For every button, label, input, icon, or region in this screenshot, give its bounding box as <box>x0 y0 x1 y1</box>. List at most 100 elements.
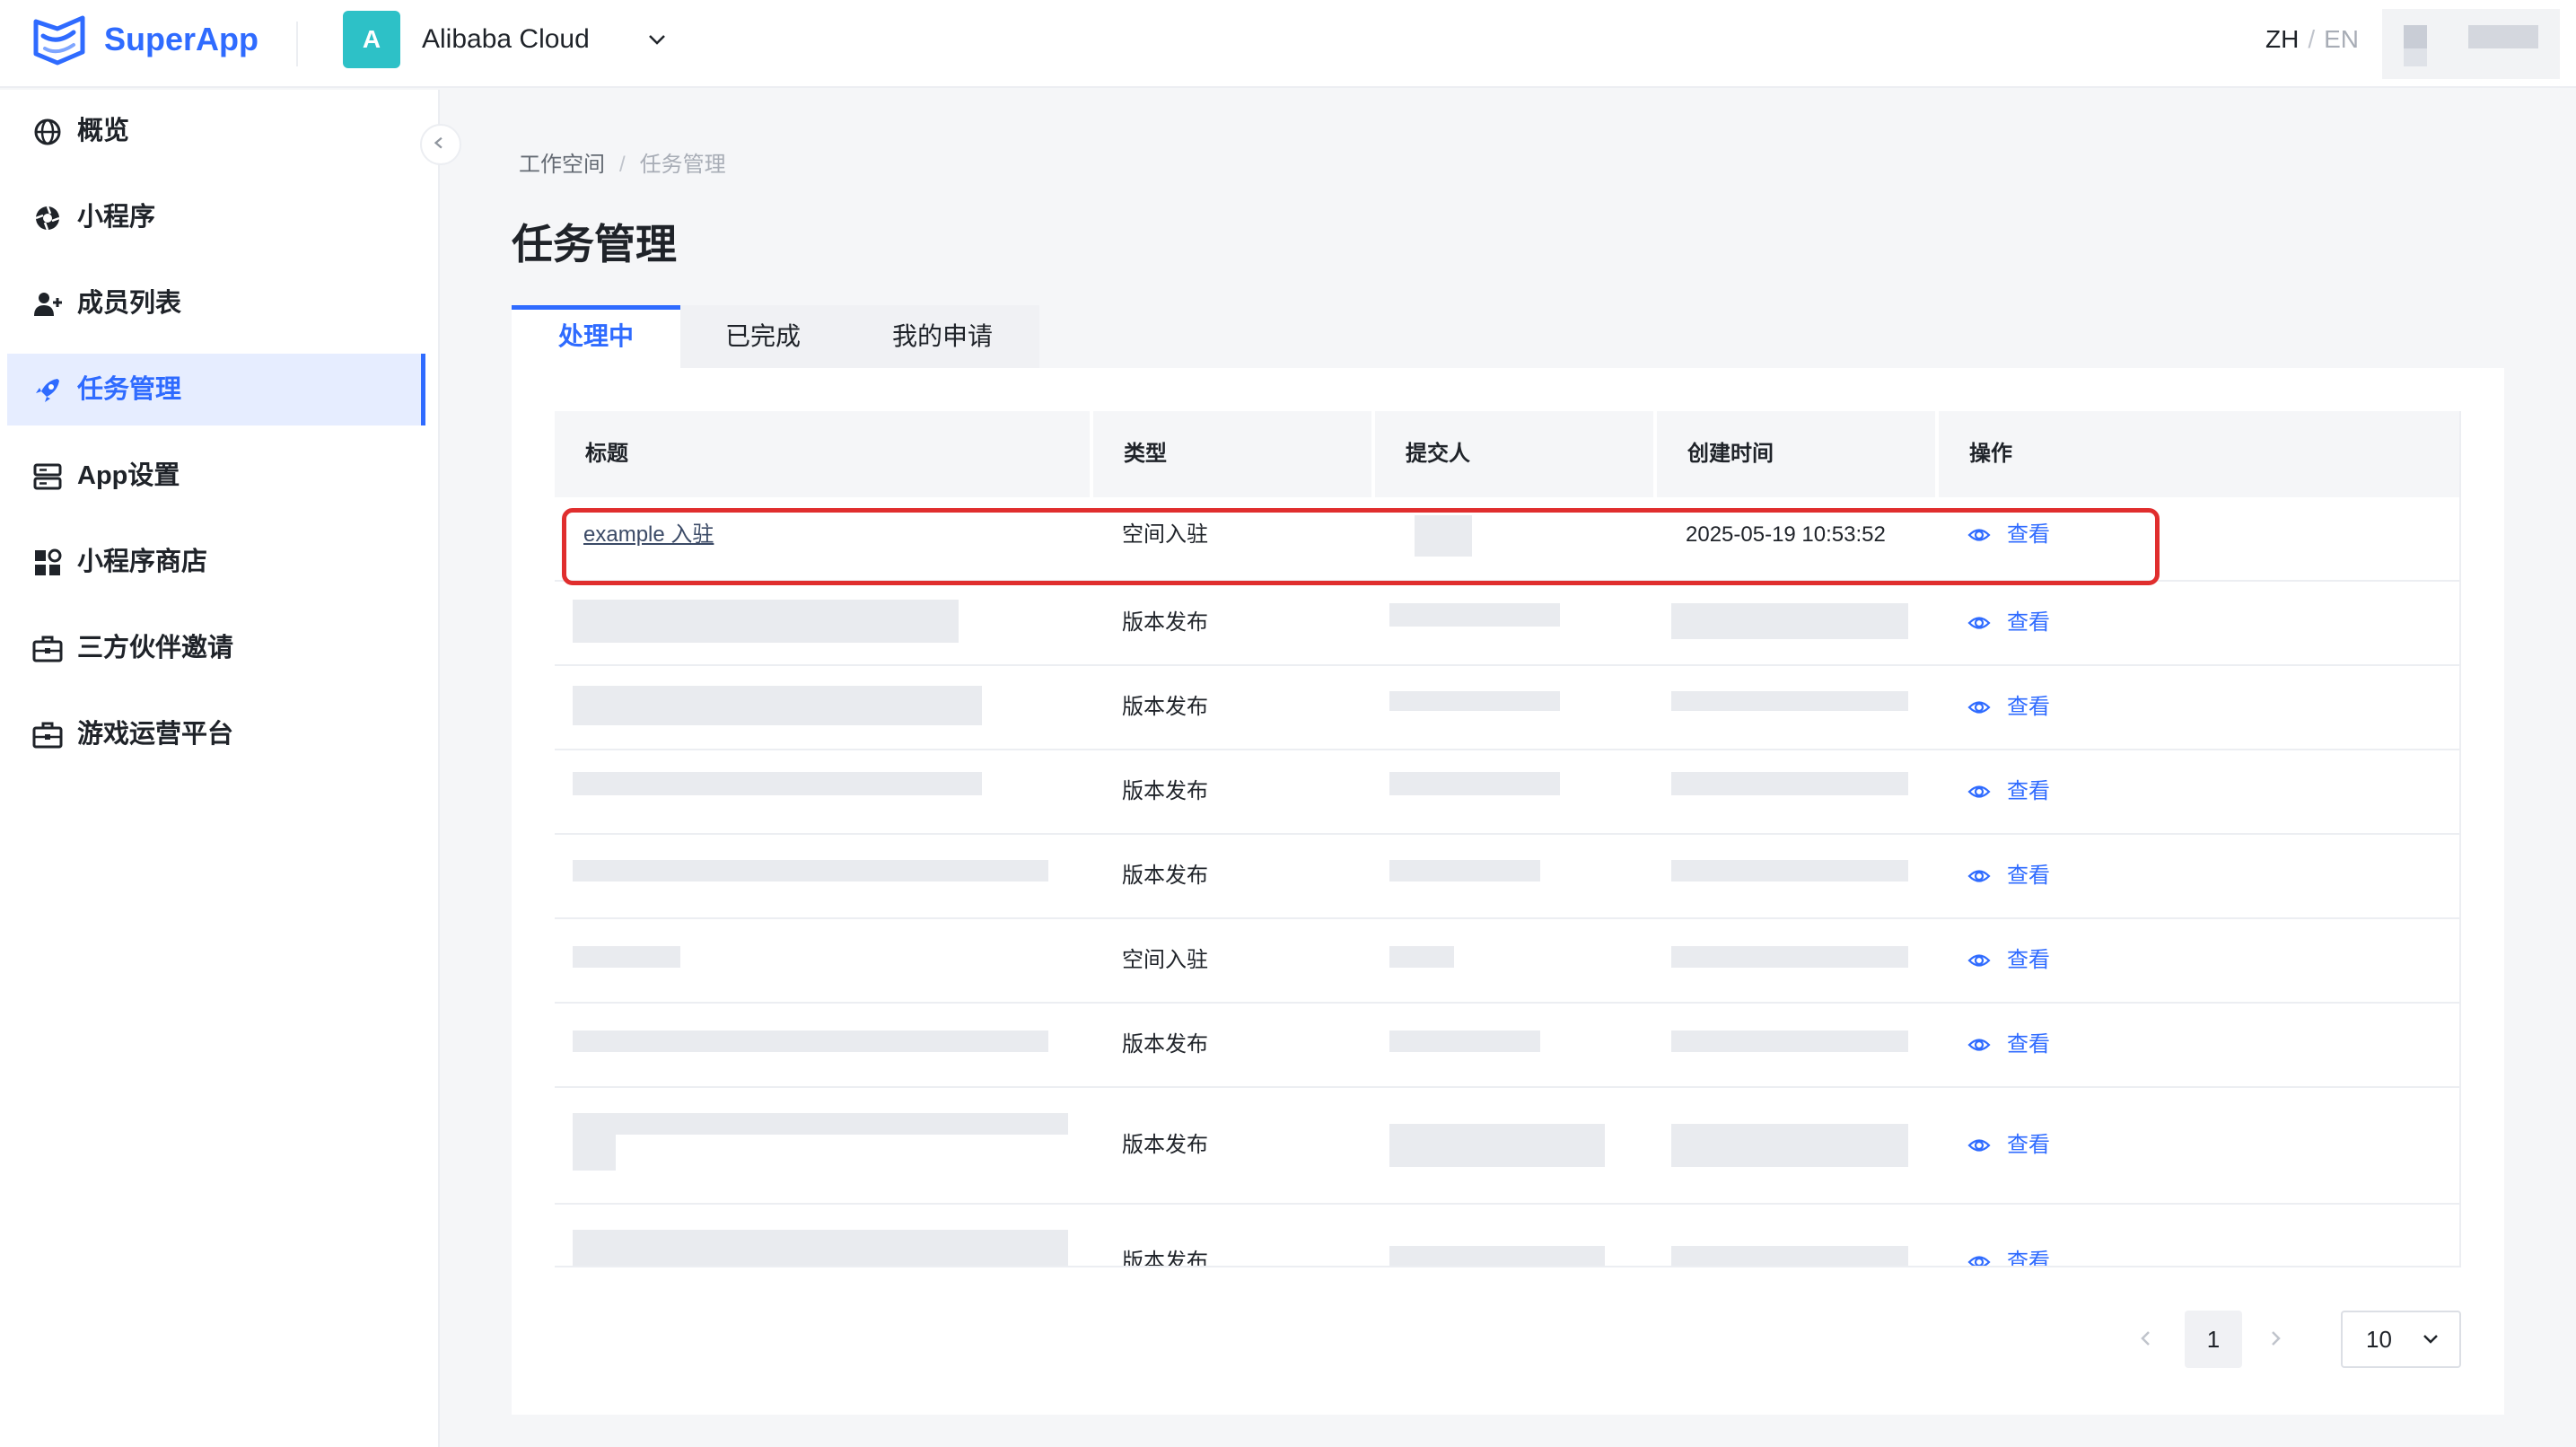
table-row: 空间入驻 查看 <box>555 919 2461 1004</box>
view-action-label: 查看 <box>2007 779 2050 803</box>
sidebar-item-miniprogram[interactable]: 小程序 <box>7 181 425 253</box>
table-row: 版本发布 查看 <box>555 750 2461 835</box>
task-tabs: 处理中 已完成 我的申请 <box>512 305 1039 368</box>
page-size-select[interactable]: 10 <box>2341 1311 2461 1368</box>
breadcrumb-current: 任务管理 <box>639 153 726 177</box>
redacted-submitter <box>1389 946 1454 968</box>
breadcrumb-root[interactable]: 工作空间 <box>519 153 605 177</box>
sidebar-item-partner-invite[interactable]: 三方伙伴邀请 <box>7 612 425 684</box>
sidebar-item-members[interactable]: 成员列表 <box>7 267 425 339</box>
view-action[interactable]: 查看 <box>1967 860 2050 892</box>
table-row: 版本发布 查看 <box>555 1205 2461 1266</box>
view-action[interactable]: 查看 <box>1967 691 2050 724</box>
redacted-title <box>573 1030 1048 1052</box>
eye-icon <box>1967 1039 1991 1051</box>
view-action[interactable]: 查看 <box>1967 776 2050 808</box>
table-scroll-edge <box>2459 411 2461 1267</box>
column-header-created: 创建时间 <box>1687 442 1774 466</box>
redacted-time <box>1671 691 1908 711</box>
redacted-pixel <box>2404 48 2427 66</box>
view-action-label: 查看 <box>2007 695 2050 719</box>
view-action-label: 查看 <box>2007 610 2050 635</box>
server-icon <box>33 463 62 490</box>
sidebar-item-app-settings[interactable]: App设置 <box>7 440 425 512</box>
redacted-title <box>573 1135 616 1171</box>
sidebar-item-overview[interactable]: 概览 <box>7 95 425 167</box>
column-divider <box>1935 411 1939 497</box>
redacted-submitter <box>1389 1246 1605 1266</box>
tab-processing[interactable]: 处理中 <box>512 305 680 368</box>
redacted-time <box>1671 1124 1908 1167</box>
task-type: 版本发布 <box>1122 610 1208 635</box>
sidebar-collapse-button[interactable] <box>420 124 461 165</box>
task-type: 版本发布 <box>1122 1133 1208 1157</box>
pagination-page[interactable]: 1 <box>2185 1311 2242 1368</box>
table-header: 标题 类型 提交人 创建时间 操作 <box>555 411 2461 497</box>
view-action[interactable]: 查看 <box>1967 607 2050 639</box>
sidebar-item-label: 三方伙伴邀请 <box>77 634 234 662</box>
column-header-actions: 操作 <box>1969 442 2012 466</box>
view-action-label: 查看 <box>2007 1032 2050 1057</box>
table-row: 版本发布 查看 <box>555 582 2461 666</box>
aperture-icon <box>35 206 60 231</box>
view-action[interactable]: 查看 <box>1967 1246 2050 1266</box>
redacted-submitter <box>1389 691 1560 711</box>
task-type: 版本发布 <box>1122 1032 1208 1057</box>
chevron-right-icon[interactable] <box>2262 1325 2289 1352</box>
sidebar-item-tasks[interactable]: 任务管理 <box>7 354 425 425</box>
user-avatar-redacted[interactable] <box>2382 9 2560 79</box>
sidebar-item-store[interactable]: 小程序商店 <box>7 526 425 598</box>
sidebar: 概览 小程序 成员列表 任务管理 App设置 小程序商店 三方伙伴邀请 游戏运营… <box>0 90 440 1447</box>
column-header-type: 类型 <box>1124 442 1167 466</box>
redacted-title <box>573 1230 1068 1266</box>
sidebar-item-label: 小程序商店 <box>77 548 208 576</box>
lang-separator: / <box>2308 25 2316 53</box>
view-action[interactable]: 查看 <box>1967 944 2050 977</box>
breadcrumb: 工作空间 / 任务管理 <box>519 149 726 181</box>
lang-en[interactable]: EN <box>2324 25 2359 53</box>
redacted-title <box>573 860 1048 881</box>
tab-completed[interactable]: 已完成 <box>680 305 846 368</box>
globe-icon <box>34 118 61 145</box>
brand-name[interactable]: SuperApp <box>104 18 258 61</box>
chevron-down-icon[interactable] <box>646 31 668 48</box>
grid-icon <box>35 548 62 575</box>
highlight-annotation <box>562 508 2160 585</box>
sidebar-item-label: App设置 <box>77 461 180 490</box>
language-switch: ZH / EN <box>2265 22 2359 57</box>
redacted-time <box>1671 1246 1908 1266</box>
briefcase-icon <box>32 722 63 749</box>
redacted-submitter <box>1389 1030 1540 1052</box>
redacted-time <box>1671 603 1908 639</box>
eye-icon <box>1967 1139 1991 1152</box>
eye-icon <box>1967 785 1991 798</box>
view-action[interactable]: 查看 <box>1967 1029 2050 1061</box>
redacted-time <box>1671 860 1908 881</box>
workspace-name[interactable]: Alibaba Cloud <box>422 22 590 57</box>
table-bottom-edge <box>555 1266 2461 1267</box>
add-user-icon <box>34 293 62 316</box>
lang-zh[interactable]: ZH <box>2265 25 2299 53</box>
chevron-down-icon <box>2423 1335 2438 1344</box>
page-title: 任务管理 <box>512 221 677 267</box>
redacted-title <box>573 772 982 795</box>
redacted-pixel <box>2468 25 2538 48</box>
redacted-time <box>1671 946 1908 968</box>
tab-my-requests[interactable]: 我的申请 <box>846 305 1039 368</box>
column-header-submitter: 提交人 <box>1406 442 1470 466</box>
chevron-left-icon <box>434 136 442 149</box>
view-action[interactable]: 查看 <box>1967 1129 2050 1162</box>
workspace-avatar[interactable]: A <box>343 11 400 68</box>
task-type: 版本发布 <box>1122 695 1208 719</box>
superapp-logo-icon[interactable] <box>31 13 88 66</box>
task-type: 版本发布 <box>1122 779 1208 803</box>
column-divider <box>1371 411 1375 497</box>
sidebar-item-game-platform[interactable]: 游戏运营平台 <box>7 698 425 770</box>
redacted-title <box>573 1113 1068 1135</box>
breadcrumb-separator: / <box>619 153 626 177</box>
chevron-left-icon[interactable] <box>2133 1325 2160 1352</box>
top-header: SuperApp A Alibaba Cloud ZH / EN <box>0 0 2576 88</box>
table-row: 版本发布 查看 <box>555 1088 2461 1205</box>
view-action-label: 查看 <box>2007 948 2050 972</box>
eye-icon <box>1967 870 1991 882</box>
